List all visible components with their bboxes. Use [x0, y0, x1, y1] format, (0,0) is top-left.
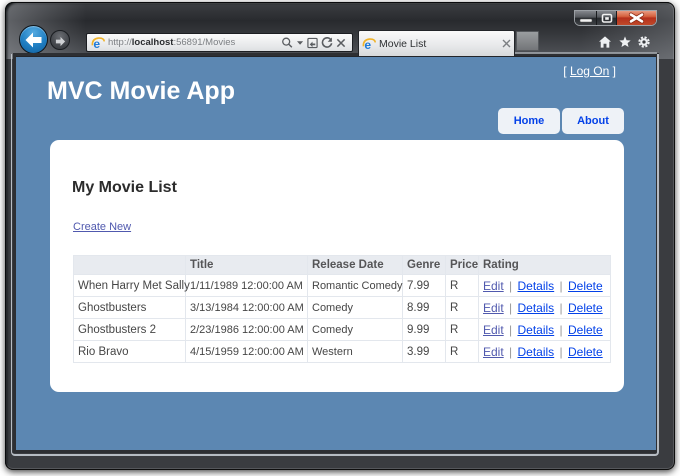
svg-text:e: e	[93, 37, 100, 50]
svg-text:e: e	[364, 38, 371, 51]
